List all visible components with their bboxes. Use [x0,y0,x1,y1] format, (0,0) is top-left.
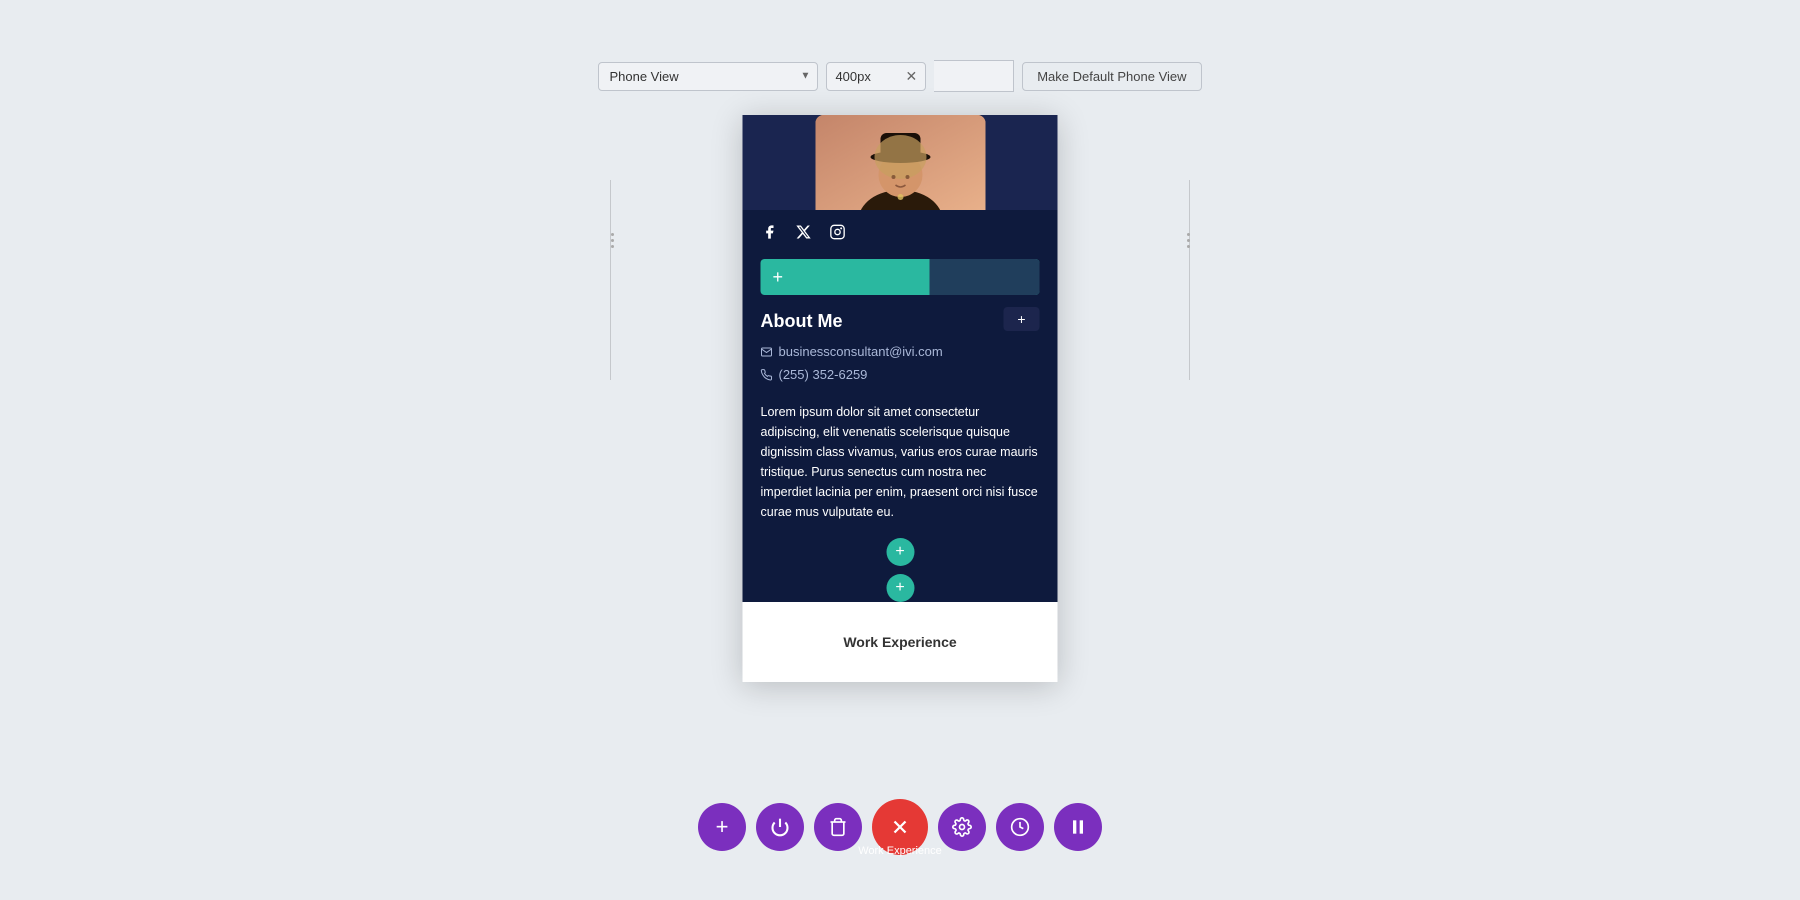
email-row: businessconsultant@ivi.com [761,340,1040,363]
clock-button[interactable] [996,803,1044,851]
section-divider-add-button[interactable]: + [886,574,914,602]
resize-dot [611,245,614,248]
contact-info: businessconsultant@ivi.com (255) 352-625… [743,336,1058,390]
clock-icon [1010,817,1030,837]
pause-button[interactable] [1054,803,1102,851]
instagram-icon[interactable] [829,224,847,245]
resize-dot [1187,239,1190,242]
about-me-title: About Me [761,311,843,332]
bio-text: Lorem ipsum dolor sit amet consectetur a… [743,390,1058,538]
resize-dot [1187,245,1190,248]
px-input[interactable] [827,63,897,90]
profile-image-area [743,115,1058,210]
twitter-x-icon[interactable] [795,224,813,245]
email-text: businessconsultant@ivi.com [779,344,943,359]
social-icons-row [743,210,1058,255]
resize-handle-right[interactable] [1184,200,1192,280]
px-clear-button[interactable]: ✕ [897,63,925,89]
close-button[interactable] [872,799,928,855]
email-icon [761,346,773,358]
facebook-icon[interactable] [761,224,779,245]
resize-dot [611,233,614,236]
resize-handle-left[interactable] [608,200,616,280]
phone-text: (255) 352-6259 [779,367,868,382]
phone-preview: + About Me + businessconsultant@ivi.com … [743,115,1058,682]
phone-icon [761,369,773,381]
about-me-section-header: About Me + [743,303,1058,336]
px-extra-field [934,60,1014,92]
view-select-wrapper[interactable]: Phone View Tablet View Desktop View ▼ [598,62,818,91]
gear-icon [952,817,972,837]
center-button-wrapper: Work Experience [872,799,928,855]
section-header-overlay[interactable]: + [1003,307,1039,331]
power-button[interactable] [756,803,804,851]
add-content-bar[interactable]: + [761,259,1040,295]
add-icon: + [773,267,784,288]
add-icon: + [716,814,729,840]
work-experience-section: Work Experience [743,602,1058,682]
view-select[interactable]: Phone View Tablet View Desktop View [598,62,818,91]
top-toolbar: Phone View Tablet View Desktop View ▼ ✕ … [0,60,1800,92]
make-default-button[interactable]: Make Default Phone View [1022,62,1201,91]
resize-dot [1187,233,1190,236]
resize-dot [611,239,614,242]
profile-photo-svg [815,115,985,210]
power-icon [770,817,790,837]
phone-row: (255) 352-6259 [761,363,1040,386]
trash-button[interactable] [814,803,862,851]
work-experience-label: Work Experience [843,634,956,650]
floating-add-button[interactable]: + [886,538,914,566]
add-bar-overlay [930,259,1040,295]
pause-icon [1068,817,1088,837]
section-plus-icon: + [1017,311,1025,327]
close-icon [889,816,911,838]
px-input-wrapper: ✕ [826,62,926,91]
trash-icon [828,817,848,837]
gear-button[interactable] [938,803,986,851]
profile-image [815,115,985,210]
add-button[interactable]: + [698,803,746,851]
bottom-toolbar: + Work Experience [698,799,1102,855]
